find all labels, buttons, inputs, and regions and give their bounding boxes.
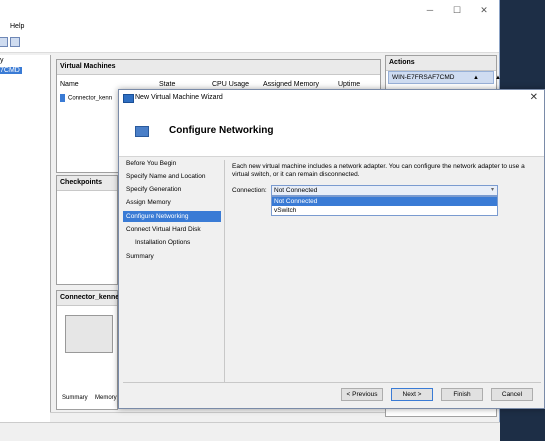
step-name-and-location[interactable]: Specify Name and Location — [123, 171, 221, 182]
cancel-button[interactable]: Cancel — [491, 388, 533, 401]
panel-title: Virtual Machines — [57, 60, 380, 75]
checkpoints-panel: Checkpoints — [56, 175, 118, 285]
previous-button[interactable]: < Previous — [341, 388, 383, 401]
description-text: Each new virtual machine includes a netw… — [232, 163, 525, 178]
table-row[interactable]: Connector_kenn — [60, 94, 112, 102]
step-assign-memory[interactable]: Assign Memory — [123, 197, 221, 208]
step-connect-vhd[interactable]: Connect Virtual Hard Disk — [123, 224, 221, 235]
option-vswitch[interactable]: vSwitch — [272, 206, 497, 215]
tab-summary[interactable]: Summary — [62, 395, 88, 401]
minimize-icon[interactable]: ─ — [420, 4, 440, 16]
column-header[interactable]: Assigned Memory — [263, 81, 319, 88]
panel-title: Checkpoints — [57, 176, 117, 191]
status-bar — [0, 422, 500, 441]
close-icon[interactable]: ✕ — [474, 4, 494, 16]
vm-thumbnail — [65, 315, 113, 353]
panel-title: Connector_kenne — [57, 291, 119, 306]
step-generation[interactable]: Specify Generation — [123, 184, 221, 195]
host-label: WIN-E7FRSAF7CMD — [392, 74, 455, 81]
menu-bar: Help — [0, 20, 499, 34]
wizard-header: Configure Networking — [119, 106, 544, 157]
navigation-tree: y 7CMD — [0, 55, 51, 422]
column-header[interactable]: Uptime — [338, 81, 360, 88]
close-icon[interactable]: ✕ — [530, 92, 538, 103]
wizard-title-bar: New Virtual Machine Wizard ✕ — [119, 90, 544, 106]
vm-icon — [60, 94, 65, 102]
connection-value: Not Connected — [274, 187, 318, 194]
wizard-title: New Virtual Machine Wizard — [135, 94, 223, 101]
toolbar — [0, 34, 499, 53]
panel-title: Actions — [386, 56, 496, 71]
properties-icon[interactable] — [10, 37, 20, 47]
actions-host-item[interactable]: WIN-E7FRSAF7CMD ▲ ▲ — [388, 71, 501, 84]
column-header[interactable]: State — [159, 81, 175, 88]
title-bar: ─ ☐ ✕ — [0, 0, 499, 20]
tree-item[interactable]: y — [0, 57, 4, 64]
back-icon[interactable] — [0, 37, 8, 47]
next-button[interactable]: Next > — [391, 388, 433, 401]
column-header[interactable]: Name — [60, 81, 79, 88]
vm-name: Connector_kenn — [68, 95, 113, 102]
connection-options-list: Not Connected vSwitch — [271, 196, 498, 216]
page-title: Configure Networking — [169, 125, 274, 136]
divider — [123, 382, 541, 383]
step-summary[interactable]: Summary — [123, 251, 221, 262]
tree-item-selected[interactable]: 7CMD — [0, 67, 22, 74]
new-vm-wizard-dialog: New Virtual Machine Wizard ✕ Configure N… — [118, 89, 545, 409]
maximize-icon[interactable]: ☐ — [447, 4, 467, 16]
connector-details-panel: Connector_kenne Summary Memory — [56, 290, 119, 410]
collapse-icon[interactable]: ▲ — [473, 72, 479, 84]
connection-dropdown[interactable]: Not Connected ▾ — [271, 185, 498, 196]
step-configure-networking[interactable]: Configure Networking — [123, 211, 221, 222]
step-before-you-begin[interactable]: Before You Begin — [123, 158, 221, 169]
finish-button[interactable]: Finish — [441, 388, 483, 401]
wizard-app-icon — [123, 94, 134, 103]
step-installation-options[interactable]: Installation Options — [123, 237, 221, 248]
network-adapter-icon — [135, 126, 149, 137]
connection-label: Connection: — [232, 187, 267, 194]
tab-memory[interactable]: Memory — [95, 395, 117, 401]
scroll-up-icon[interactable]: ▲ — [495, 72, 501, 84]
menu-help[interactable]: Help — [10, 23, 24, 30]
divider — [224, 160, 225, 382]
column-header[interactable]: CPU Usage — [212, 81, 249, 88]
option-not-connected[interactable]: Not Connected — [272, 197, 497, 206]
chevron-down-icon[interactable]: ▾ — [491, 186, 494, 195]
